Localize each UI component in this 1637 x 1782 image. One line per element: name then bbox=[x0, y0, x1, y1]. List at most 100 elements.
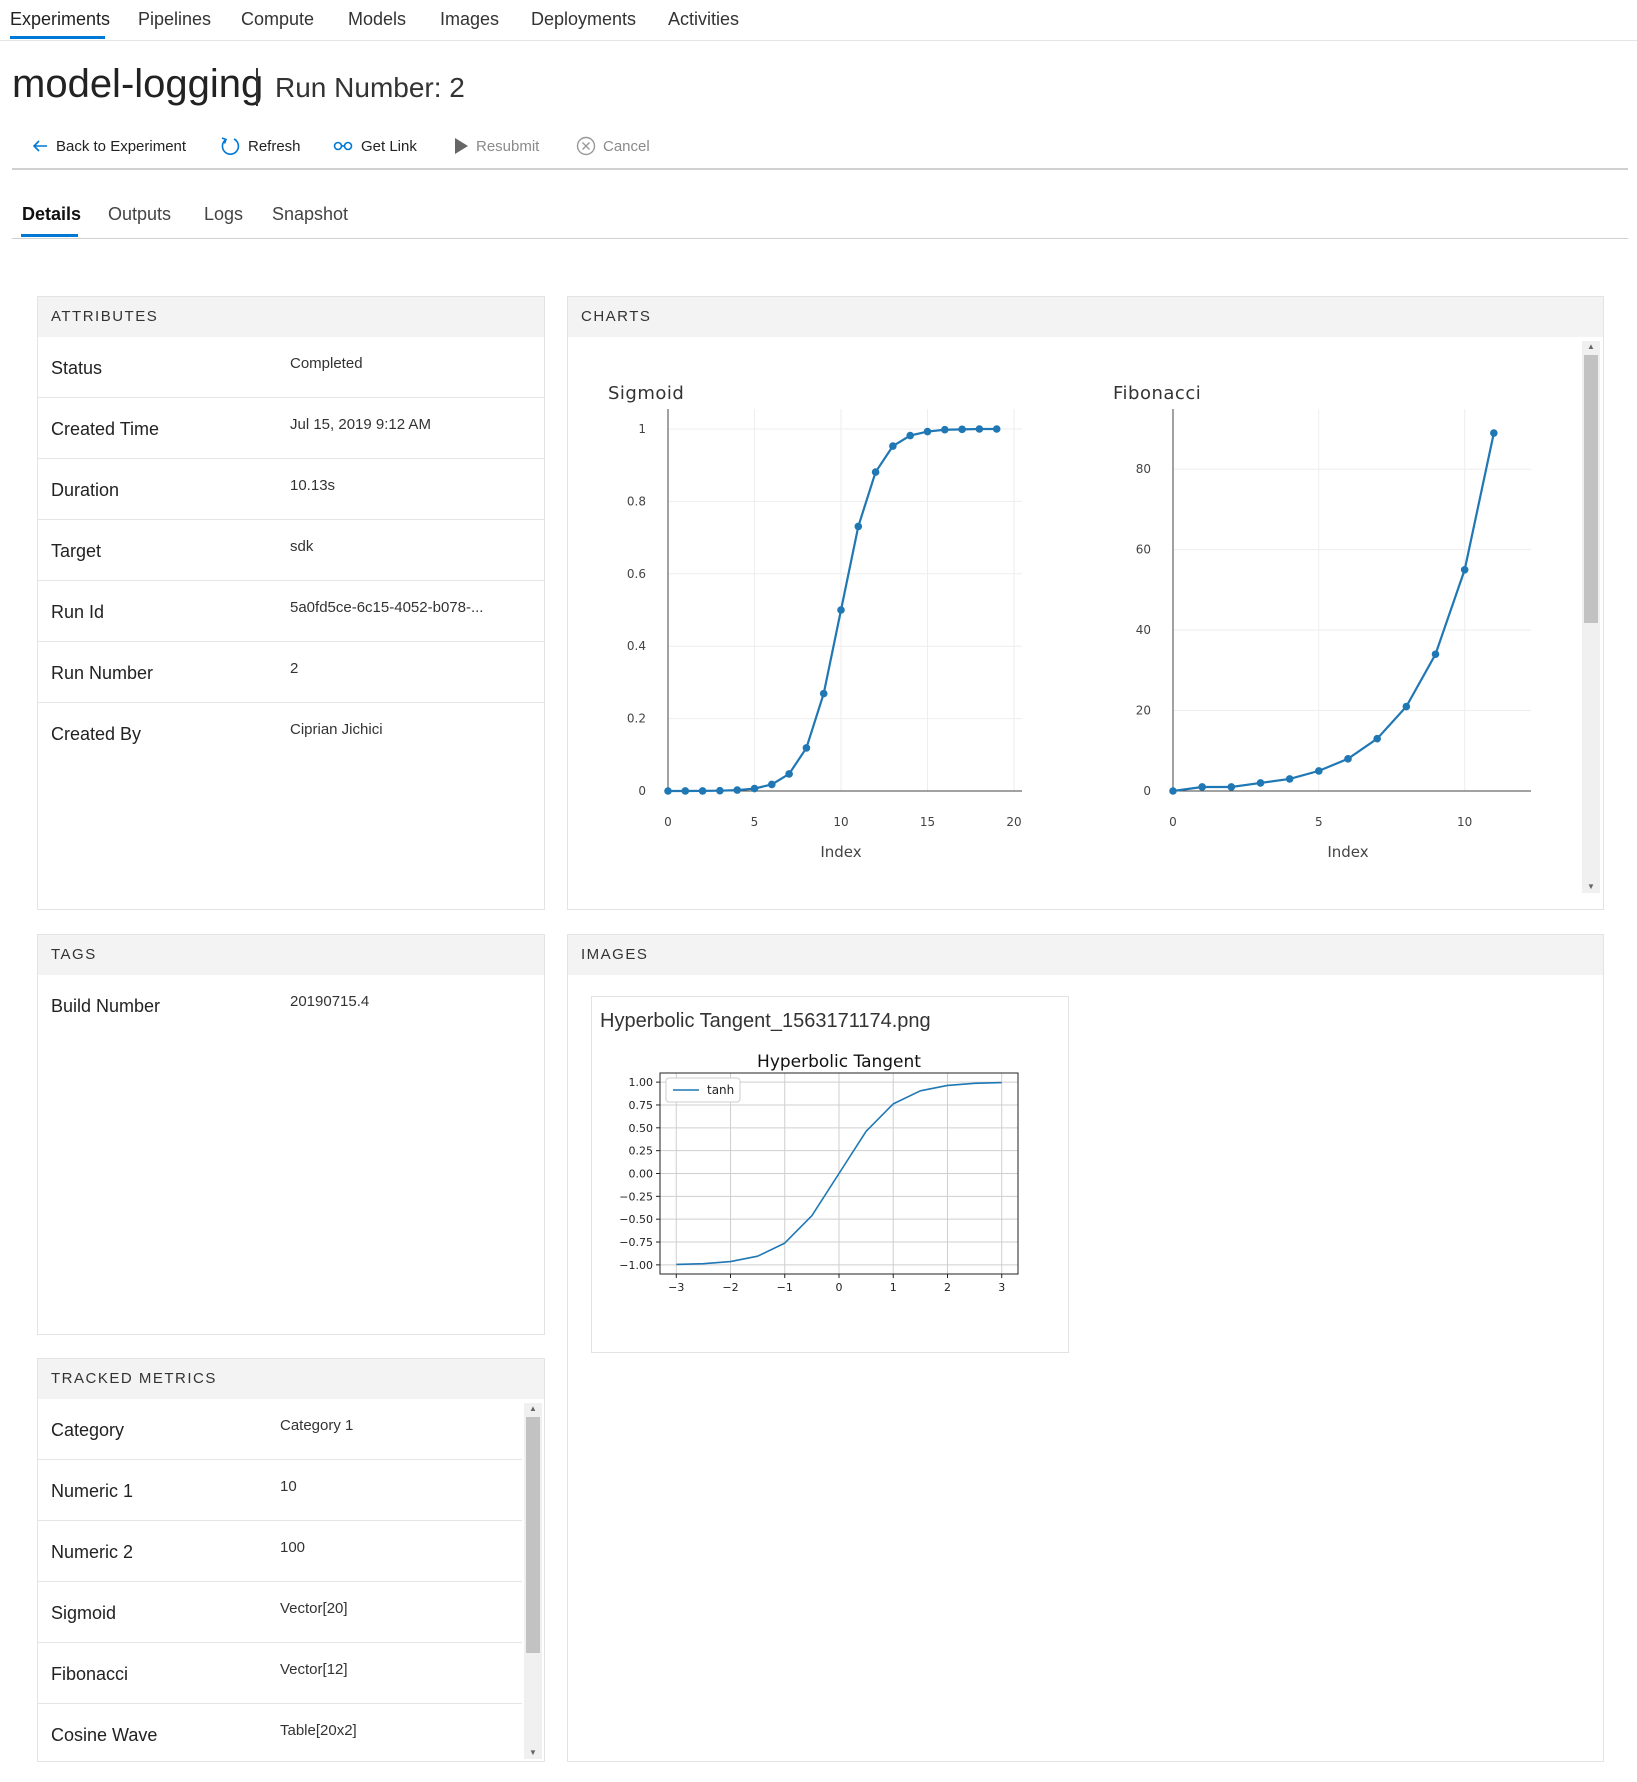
refresh-button[interactable]: Refresh bbox=[219, 135, 301, 157]
x-tick-label: 0 bbox=[664, 815, 672, 829]
x-tick-label: 0 bbox=[1169, 815, 1177, 829]
back-to-experiment-button[interactable]: Back to Experiment bbox=[31, 135, 186, 157]
y-tick-label: 60 bbox=[1136, 543, 1151, 557]
attribute-value: Ciprian Jichici bbox=[290, 721, 383, 738]
nav-compute[interactable]: Compute bbox=[241, 9, 314, 30]
chart-sigmoid: Sigmoid 0 5 10 15 20 0 0.2 0.4 0.6 0.8 1 Index bbox=[608, 383, 1022, 861]
y-tick-label: 0 bbox=[638, 784, 646, 798]
scroll-down-arrow[interactable]: ▼ bbox=[1582, 881, 1600, 893]
x-tick-label: 2 bbox=[944, 1281, 951, 1294]
attribute-value: Jul 15, 2019 9:12 AM bbox=[290, 416, 431, 433]
nav-experiments[interactable]: Experiments bbox=[10, 9, 110, 30]
nav-images[interactable]: Images bbox=[440, 9, 499, 30]
y-tick-label: 0.25 bbox=[629, 1145, 654, 1158]
attribute-row: Run Id 5a0fd5ce-6c15-4052-b078-... bbox=[38, 581, 544, 642]
play-icon bbox=[455, 138, 468, 154]
attribute-label: Status bbox=[51, 358, 103, 378]
plot-title: Hyperbolic Tangent bbox=[757, 1052, 921, 1072]
scroll-up-arrow[interactable]: ▲ bbox=[1582, 341, 1600, 353]
image-filename: Hyperbolic Tangent_1563171174.png bbox=[600, 1010, 931, 1032]
data-point bbox=[733, 786, 741, 794]
tag-row: Build Number 20190715.4 bbox=[38, 975, 544, 1036]
y-tick-label: 0.6 bbox=[627, 567, 646, 581]
x-tick-label: 5 bbox=[751, 815, 759, 829]
scroll-down-arrow[interactable]: ▼ bbox=[524, 1747, 542, 1759]
image-card[interactable]: Hyperbolic Tangent_1563171174.png Hyperb… bbox=[591, 996, 1069, 1353]
refresh-label: Refresh bbox=[248, 137, 301, 155]
x-tick-label: 3 bbox=[998, 1281, 1005, 1294]
y-tick-label: 1 bbox=[638, 422, 646, 436]
y-tick-label: 1.00 bbox=[629, 1076, 654, 1089]
nav-deployments[interactable]: Deployments bbox=[531, 9, 636, 30]
x-axis-label: Index bbox=[820, 843, 861, 861]
charts-scrollbar[interactable]: ▲ ▼ bbox=[1582, 341, 1600, 893]
nav-models[interactable]: Models bbox=[348, 9, 406, 30]
attributes-header: ATTRIBUTES bbox=[38, 297, 544, 337]
tag-value: 20190715.4 bbox=[290, 993, 370, 1010]
metric-value: 100 bbox=[280, 1539, 306, 1556]
data-point bbox=[785, 770, 793, 778]
cancel-label: Cancel bbox=[603, 137, 650, 155]
x-tick-label: −2 bbox=[722, 1281, 738, 1294]
nav-active-indicator bbox=[10, 36, 105, 39]
tab-snapshot[interactable]: Snapshot bbox=[272, 204, 348, 225]
data-point bbox=[1431, 650, 1440, 659]
tag-label: Build Number bbox=[51, 996, 161, 1016]
attribute-row: Duration 10.13s bbox=[38, 459, 544, 520]
x-tick-label: 1 bbox=[890, 1281, 897, 1294]
attribute-label: Created Time bbox=[51, 419, 160, 439]
data-point bbox=[750, 784, 759, 793]
metric-value: Vector[20] bbox=[280, 1600, 348, 1617]
cancel-button[interactable]: Cancel bbox=[576, 135, 650, 157]
refresh-icon bbox=[221, 137, 240, 155]
metric-label: Category bbox=[51, 1420, 125, 1440]
get-link-label: Get Link bbox=[361, 137, 417, 155]
scroll-up-arrow[interactable]: ▲ bbox=[524, 1403, 542, 1415]
attribute-label: Run Id bbox=[51, 602, 105, 622]
cancel-circle-icon bbox=[576, 136, 596, 156]
nav-pipelines[interactable]: Pipelines bbox=[138, 9, 211, 30]
tab-details[interactable]: Details bbox=[22, 204, 81, 225]
attribute-row: Created Time Jul 15, 2019 9:12 AM bbox=[38, 398, 544, 459]
series-line bbox=[1172, 432, 1495, 793]
data-point bbox=[958, 425, 966, 434]
metric-row: Cosine Wave Table[20x2] bbox=[38, 1704, 522, 1765]
data-point bbox=[1373, 734, 1381, 743]
scrollbar-thumb[interactable] bbox=[1584, 355, 1598, 623]
charts-panel: CHARTS Sigmoid 0 5 10 15 20 0 0.2 0.4 0.6 0.8 1 Inde… bbox=[567, 296, 1604, 910]
y-tick-label: 0.75 bbox=[629, 1099, 654, 1112]
scrollbar-thumb[interactable] bbox=[526, 1417, 540, 1653]
chart-title: Fibonacci bbox=[1113, 383, 1201, 404]
attribute-row: Run Number 2 bbox=[38, 642, 544, 703]
x-tick-label: 15 bbox=[920, 815, 935, 829]
resubmit-button[interactable]: Resubmit bbox=[453, 135, 539, 157]
data-point bbox=[871, 468, 880, 476]
y-tick-label: 0.00 bbox=[629, 1168, 654, 1181]
x-tick-label: −3 bbox=[668, 1281, 684, 1294]
attribute-row: Target sdk bbox=[38, 520, 544, 581]
charts-canvas: Sigmoid0 5 10 15 2000.20.40.60.81IndexFibona… bbox=[608, 383, 1531, 861]
x-tick-label: −1 bbox=[777, 1281, 793, 1294]
metric-value: Vector[12] bbox=[280, 1661, 348, 1678]
tab-outputs[interactable]: Outputs bbox=[108, 204, 171, 225]
title-separator bbox=[256, 68, 258, 106]
attribute-label: Run Number bbox=[51, 663, 154, 683]
x-tick-label: 10 bbox=[1457, 815, 1472, 829]
tab-logs[interactable]: Logs bbox=[204, 204, 243, 225]
metrics-scrollbar[interactable]: ▲ ▼ bbox=[524, 1403, 542, 1759]
data-point bbox=[698, 787, 707, 795]
metric-value: Category 1 bbox=[280, 1417, 354, 1434]
tabs-divider bbox=[12, 238, 1628, 239]
y-tick-label: −1.00 bbox=[619, 1259, 653, 1272]
top-nav: Experiments Pipelines Compute Models Ima… bbox=[0, 0, 1637, 41]
nav-activities[interactable]: Activities bbox=[668, 9, 739, 30]
data-point bbox=[889, 442, 897, 450]
tanh-plot-image: Hyperbolic Tangent −3 −2 −1 0 1 2 3 1.00 0.75 0.50… bbox=[619, 1052, 1019, 1294]
attribute-row: Created By Ciprian Jichici bbox=[38, 703, 544, 764]
tags-panel: TAGS Build Number 20190715.4 bbox=[37, 934, 545, 1335]
metric-label: Numeric 2 bbox=[51, 1542, 134, 1562]
x-axis-label: Index bbox=[1327, 843, 1368, 861]
attribute-value: 10.13s bbox=[290, 477, 336, 494]
x-tick-label: 10 bbox=[833, 815, 848, 829]
get-link-button[interactable]: Get Link bbox=[332, 135, 417, 157]
